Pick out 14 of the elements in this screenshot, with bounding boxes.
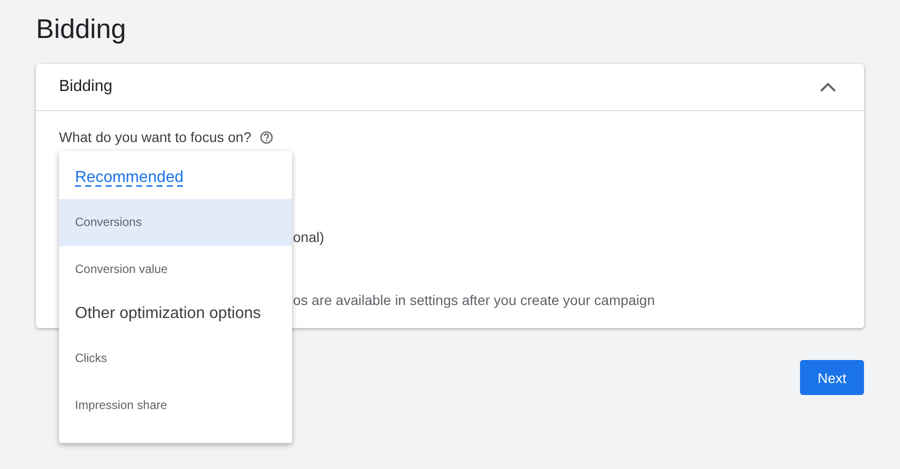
menu-item[interactable]: Conversions [59, 199, 292, 246]
question-text: What do you want to focus on? [59, 129, 252, 145]
menu-item[interactable]: Conversion value [59, 246, 292, 293]
option-text: os are available in settings after you create your campaign [292, 292, 656, 308]
option-text: onal) [292, 229, 326, 245]
menu-heading: Other optimization options [74, 304, 262, 324]
help-icon[interactable] [260, 130, 274, 144]
next-button[interactable]: Next [800, 360, 864, 395]
page-title: Bidding [36, 13, 128, 46]
menu-item[interactable]: Impression share [59, 382, 292, 429]
menu-item[interactable]: Clicks [59, 335, 292, 382]
menu-heading: Recommended [74, 168, 184, 188]
collapse-chevron-icon[interactable] [820, 82, 836, 92]
card-title: Bidding [59, 78, 112, 96]
